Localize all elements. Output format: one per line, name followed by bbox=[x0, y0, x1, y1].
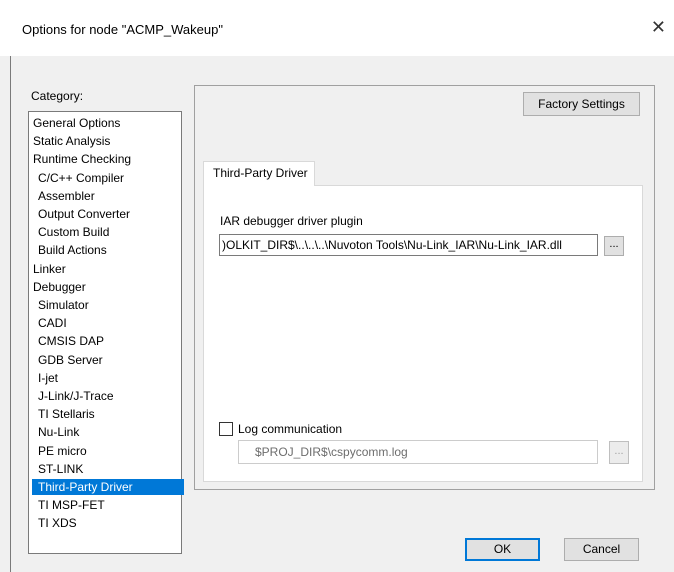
category-item[interactable]: General Options bbox=[29, 115, 181, 131]
log-communication-label: Log communication bbox=[238, 422, 343, 436]
close-icon[interactable]: ✕ bbox=[651, 17, 666, 38]
factory-settings-button[interactable]: Factory Settings bbox=[523, 92, 640, 116]
category-item[interactable]: C/C++ Compiler bbox=[29, 170, 186, 186]
category-item[interactable]: TI XDS bbox=[29, 515, 186, 531]
log-browse-button: ... bbox=[609, 441, 629, 464]
cancel-button[interactable]: Cancel bbox=[564, 538, 639, 561]
driver-plugin-label: IAR debugger driver plugin bbox=[220, 214, 363, 228]
category-item[interactable]: Custom Build bbox=[29, 224, 186, 240]
category-item[interactable]: Third-Party Driver bbox=[32, 479, 184, 495]
category-item[interactable]: Debugger bbox=[29, 279, 181, 295]
category-item[interactable]: ST-LINK bbox=[29, 461, 186, 477]
category-item[interactable]: Runtime Checking bbox=[29, 151, 181, 167]
category-label: Category: bbox=[31, 89, 84, 103]
category-item[interactable]: TI MSP-FET bbox=[29, 497, 186, 513]
category-item[interactable]: GDB Server bbox=[29, 352, 186, 368]
category-item[interactable]: CMSIS DAP bbox=[29, 333, 186, 349]
driver-plugin-input[interactable]: )OLKIT_DIR$\..\..\..\Nuvoton Tools\Nu-Li… bbox=[219, 234, 598, 256]
category-item[interactable]: Static Analysis bbox=[29, 133, 181, 149]
category-item[interactable]: J-Link/J-Trace bbox=[29, 388, 186, 404]
category-item[interactable]: PE micro bbox=[29, 443, 186, 459]
driver-browse-button[interactable]: ... bbox=[604, 236, 624, 256]
category-item[interactable]: Output Converter bbox=[29, 206, 186, 222]
category-list[interactable]: General Options Static Analysis Runtime Ch… bbox=[28, 111, 184, 554]
tab-third-party-driver[interactable]: Third-Party Driver bbox=[203, 161, 315, 186]
log-file-input: $PROJ_DIR$\cspycomm.log bbox=[238, 440, 598, 464]
category-item[interactable]: CADI bbox=[29, 315, 186, 331]
title-bar: Options for node "ACMP_Wakeup" ✕ bbox=[0, 0, 674, 56]
category-item[interactable]: Nu-Link bbox=[29, 424, 186, 440]
category-item[interactable]: Build Actions bbox=[29, 242, 186, 258]
window-edge bbox=[10, 56, 11, 572]
ok-button[interactable]: OK bbox=[465, 538, 540, 561]
category-item[interactable]: Assembler bbox=[29, 188, 186, 204]
category-item[interactable]: Simulator bbox=[29, 297, 186, 313]
category-item[interactable]: TI Stellaris bbox=[29, 406, 186, 422]
log-communication-checkbox[interactable] bbox=[219, 422, 233, 436]
window-title: Options for node "ACMP_Wakeup" bbox=[22, 22, 223, 37]
category-item[interactable]: I-jet bbox=[29, 370, 186, 386]
tab-page bbox=[203, 185, 643, 482]
category-item[interactable]: Linker bbox=[29, 261, 181, 277]
options-dialog: Options for node "ACMP_Wakeup" ✕ Categor… bbox=[0, 0, 674, 572]
